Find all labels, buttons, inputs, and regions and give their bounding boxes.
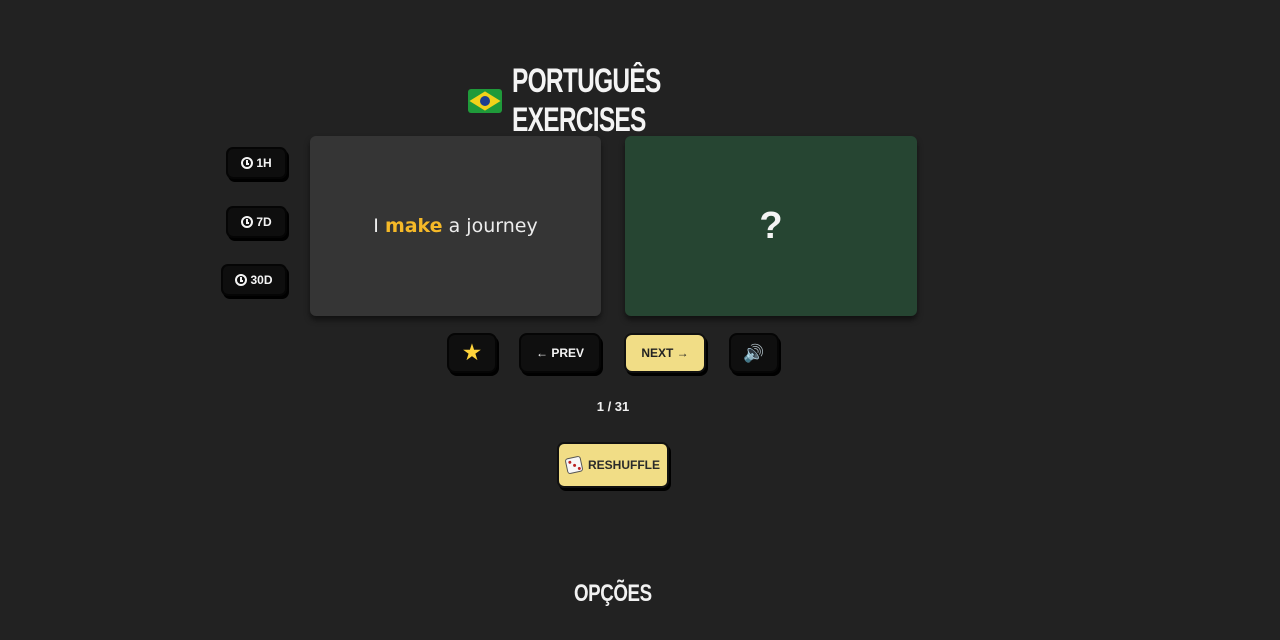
- time-filter-label: 1H: [256, 156, 272, 170]
- speaker-icon: 🔊: [743, 343, 765, 363]
- next-button[interactable]: NEXT →: [624, 333, 706, 373]
- time-filter-label: 30D: [250, 273, 273, 287]
- prev-button[interactable]: ← PREV: [519, 333, 601, 373]
- favorite-button[interactable]: ★: [447, 333, 497, 373]
- dice-icon: [564, 455, 584, 475]
- reshuffle-button[interactable]: RESHUFFLE: [557, 442, 669, 488]
- clock-icon: [235, 274, 248, 286]
- reshuffle-label: RESHUFFLE: [588, 458, 660, 472]
- time-filter-1h-button[interactable]: 1H: [226, 147, 287, 179]
- clock-icon: [241, 216, 254, 228]
- page-title-text: PORTUGUÊS EXERCISES: [512, 62, 661, 139]
- time-filter-7d-button[interactable]: 7D: [226, 206, 287, 238]
- prompt-text-before: I: [373, 215, 379, 237]
- next-button-label: NEXT →: [641, 346, 689, 360]
- flashcard-prompt: I make a journey: [373, 215, 537, 237]
- time-filter-30d-button[interactable]: 30D: [221, 264, 287, 296]
- prompt-text-after: a journey: [448, 215, 538, 237]
- flashcard-front[interactable]: I make a journey: [310, 136, 601, 316]
- clock-icon: [241, 157, 254, 169]
- brazil-flag-icon: [468, 89, 502, 113]
- card-counter: 1 / 31: [596, 399, 630, 414]
- flashcard-answer: ?: [759, 204, 783, 247]
- time-filter-label: 7D: [256, 215, 272, 229]
- options-heading-text: OPÇÕES: [574, 580, 652, 607]
- star-icon: ★: [463, 342, 481, 364]
- options-heading: OPÇÕES: [0, 580, 1226, 608]
- prompt-highlight-word: make: [384, 215, 443, 237]
- exercise-page: PORTUGUÊS EXERCISES 1H 7D 30D I make a j…: [0, 0, 1280, 640]
- audio-button[interactable]: 🔊: [729, 333, 779, 373]
- prev-button-label: ← PREV: [535, 346, 584, 360]
- page-title: PORTUGUÊS EXERCISES: [0, 62, 1280, 140]
- flashcard-back[interactable]: ?: [625, 136, 917, 316]
